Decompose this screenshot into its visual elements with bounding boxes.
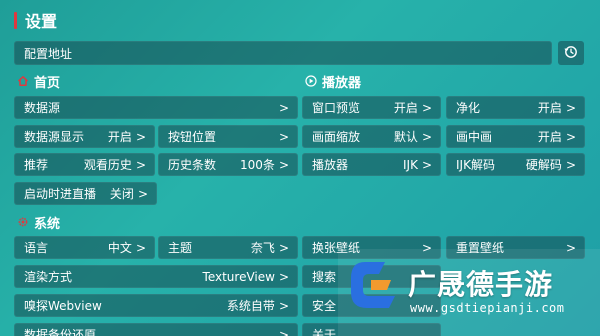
recommend-label: 推荐 xyxy=(24,158,49,172)
chevron-right-icon: > xyxy=(278,269,289,284)
player-item[interactable]: 播放器 IJK > xyxy=(302,153,441,176)
page-header: 设置 xyxy=(14,9,57,31)
sniff-webview-value: 系统自带 xyxy=(226,299,275,313)
theme-item[interactable]: 主题 奈飞 > xyxy=(158,236,298,259)
datasource-display-label: 数据源显示 xyxy=(24,130,85,144)
chevron-right-icon: > xyxy=(135,157,146,172)
security-label: 安全 xyxy=(312,299,337,313)
chevron-right-icon: > xyxy=(137,186,148,201)
scale-item[interactable]: 画面缩放 默认 > xyxy=(302,125,441,148)
chevron-right-icon: > xyxy=(565,100,576,115)
watermark-url: www.gsdtiepianji.com xyxy=(410,301,565,315)
sniff-webview-item[interactable]: 嗅探Webview 系统自带 > xyxy=(14,294,298,317)
chevron-right-icon: > xyxy=(278,240,289,255)
gear-icon xyxy=(17,216,29,228)
backup-label: 数据备份还原 xyxy=(24,328,97,336)
purify-value: 开启 xyxy=(537,101,562,115)
ijk-decode-value: 硬解码 xyxy=(525,158,562,172)
datasource-display-value: 开启 xyxy=(107,130,132,144)
player-value: IJK xyxy=(402,157,418,172)
boot-live-value: 关闭 xyxy=(109,187,134,201)
title-accent-bar xyxy=(14,11,17,29)
play-circle-icon xyxy=(305,75,317,87)
section-home: 首页 xyxy=(17,72,61,91)
chevron-right-icon: > xyxy=(565,157,576,172)
chevron-right-icon: > xyxy=(421,100,432,115)
language-label: 语言 xyxy=(24,241,49,255)
datasource-item[interactable]: 数据源 > xyxy=(14,96,298,119)
sniff-webview-label: 嗅探Webview xyxy=(24,299,102,313)
backup-item[interactable]: 数据备份还原 > xyxy=(14,323,298,336)
boot-live-label: 启动时进直播 xyxy=(24,187,97,201)
recommend-value: 观看历史 xyxy=(83,158,132,172)
language-item[interactable]: 语言 中文 > xyxy=(14,236,155,259)
window-preview-item[interactable]: 窗口预览 开启 > xyxy=(302,96,441,119)
chevron-right-icon: > xyxy=(278,327,289,336)
section-system-title: 系统 xyxy=(34,216,61,232)
render-value: TextureView xyxy=(202,269,275,284)
search-label: 搜索 xyxy=(312,270,337,284)
watermark-logo-icon xyxy=(345,256,403,318)
pip-label: 画中画 xyxy=(456,130,493,144)
config-address-field[interactable]: 配置地址 xyxy=(14,41,552,65)
pip-item[interactable]: 画中画 开启 > xyxy=(446,125,585,148)
theme-value: 奈飞 xyxy=(250,241,275,255)
scale-label: 画面缩放 xyxy=(312,130,361,144)
theme-label: 主题 xyxy=(168,241,193,255)
config-address-label: 配置地址 xyxy=(24,46,73,61)
button-position-label: 按钮位置 xyxy=(168,130,217,144)
history-button[interactable] xyxy=(558,41,584,65)
chevron-right-icon: > xyxy=(278,100,289,115)
purify-label: 净化 xyxy=(456,101,481,115)
button-position-item[interactable]: 按钮位置 > xyxy=(158,125,298,148)
scale-value: 默认 xyxy=(393,130,418,144)
purify-item[interactable]: 净化 开启 > xyxy=(446,96,585,119)
player-label: 播放器 xyxy=(312,158,349,172)
watermark-text: 广晟德手游 xyxy=(408,268,554,301)
clock-history-icon xyxy=(564,44,578,63)
chevron-right-icon: > xyxy=(421,129,432,144)
render-label: 渲染方式 xyxy=(24,270,73,284)
render-item[interactable]: 渲染方式 TextureView > xyxy=(14,265,298,288)
boot-live-item[interactable]: 启动时进直播 关闭 > xyxy=(14,182,157,205)
ijk-decode-label: IJK解码 xyxy=(456,158,495,172)
ijk-decode-item[interactable]: IJK解码 硬解码 > xyxy=(446,153,585,176)
window-preview-label: 窗口预览 xyxy=(312,101,361,115)
pip-value: 开启 xyxy=(537,130,562,144)
chevron-right-icon: > xyxy=(565,129,576,144)
chevron-right-icon: > xyxy=(135,240,146,255)
history-count-label: 历史条数 xyxy=(168,158,217,172)
history-count-value: 100条 xyxy=(240,158,275,172)
datasource-display-item[interactable]: 数据源显示 开启 > xyxy=(14,125,155,148)
window-preview-value: 开启 xyxy=(393,101,418,115)
section-system: 系统 xyxy=(17,213,61,232)
language-value: 中文 xyxy=(107,241,132,255)
page-title: 设置 xyxy=(25,12,58,31)
chevron-right-icon: > xyxy=(135,129,146,144)
chevron-right-icon: > xyxy=(278,157,289,172)
history-count-item[interactable]: 历史条数 100条 > xyxy=(158,153,298,176)
datasource-label: 数据源 xyxy=(24,101,61,115)
about-label: 关于 xyxy=(312,328,337,336)
section-home-title: 首页 xyxy=(34,75,61,91)
chevron-right-icon: > xyxy=(421,157,432,172)
chevron-right-icon: > xyxy=(278,129,289,144)
house-icon xyxy=(17,75,29,87)
recommend-item[interactable]: 推荐 观看历史 > xyxy=(14,153,155,176)
section-player-title: 播放器 xyxy=(322,75,362,91)
chevron-right-icon: > xyxy=(278,298,289,313)
section-player: 播放器 xyxy=(305,72,362,91)
